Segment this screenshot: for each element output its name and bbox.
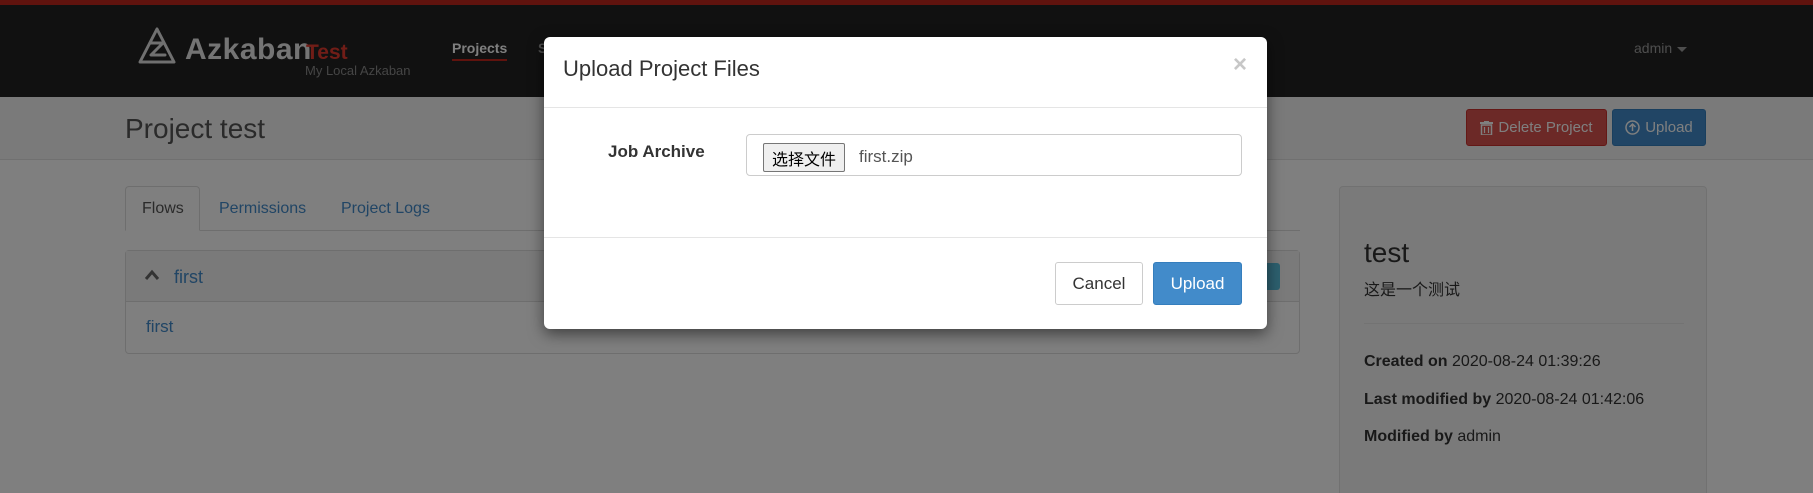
modal-header-divider: [544, 107, 1267, 108]
modal-title: Upload Project Files: [563, 56, 760, 81]
selected-file-name: first.zip: [859, 147, 913, 166]
modal-footer-divider: [544, 237, 1267, 238]
close-icon[interactable]: ×: [1233, 53, 1247, 77]
choose-file-button[interactable]: 选择文件: [763, 143, 846, 172]
upload-modal: Upload Project Files × Job Archive 选择文件 …: [544, 37, 1267, 329]
cancel-button[interactable]: Cancel: [1055, 262, 1143, 305]
job-archive-file-input[interactable]: 选择文件 first.zip: [746, 134, 1242, 176]
modal-upload-button[interactable]: Upload: [1153, 262, 1242, 305]
job-archive-label: Job Archive: [608, 142, 705, 161]
